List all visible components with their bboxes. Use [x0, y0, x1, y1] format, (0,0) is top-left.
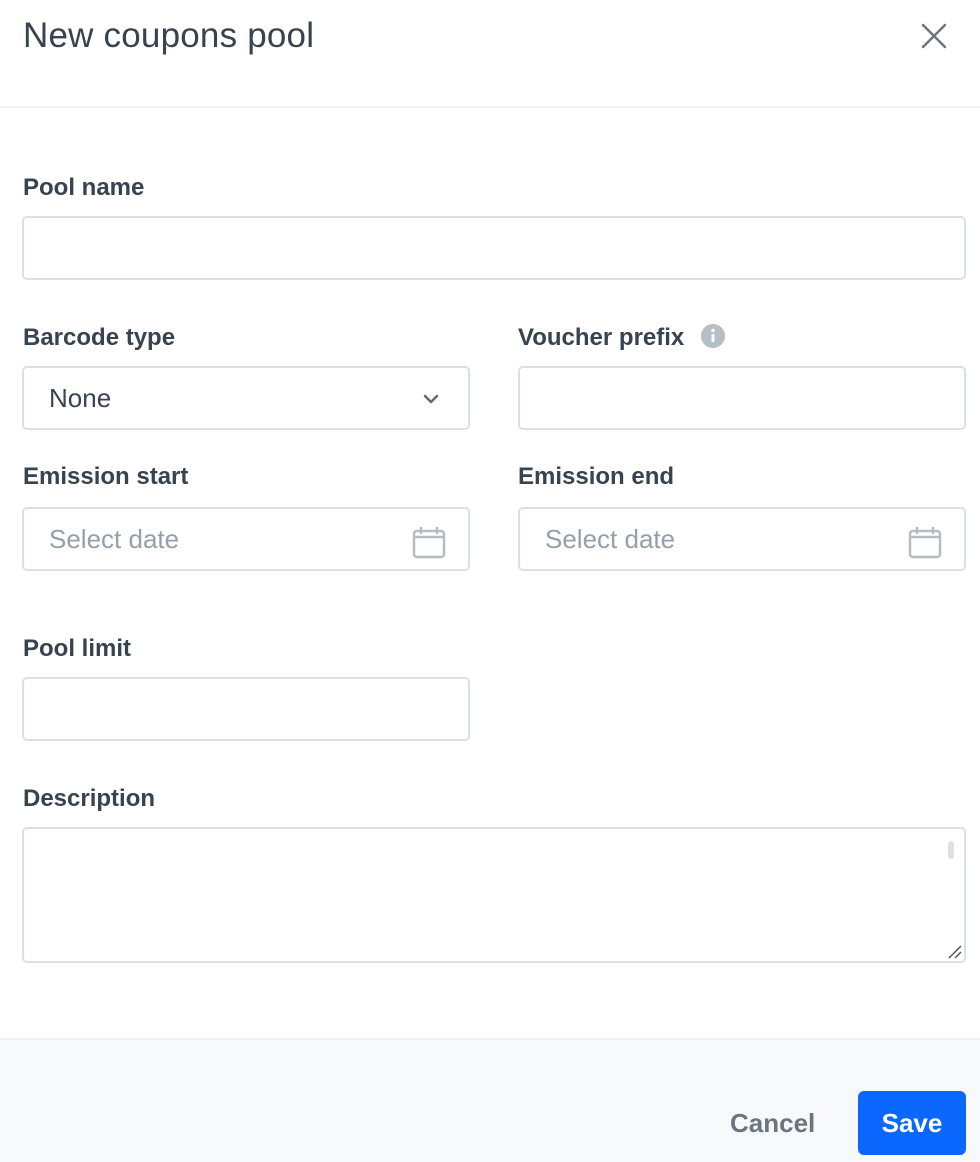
calendar-icon	[412, 527, 446, 559]
close-button[interactable]	[914, 16, 954, 56]
barcode-type-value: None	[49, 383, 112, 413]
save-button[interactable]: Save	[858, 1091, 966, 1155]
description-textarea[interactable]	[22, 827, 966, 963]
dialog-header: New coupons pool	[0, 0, 980, 108]
emission-end-placeholder: Select date	[545, 524, 676, 554]
voucher-prefix-input[interactable]	[518, 366, 966, 430]
close-icon	[921, 23, 947, 49]
pool-limit-input[interactable]	[22, 677, 470, 741]
description-label: Description	[23, 785, 156, 812]
dialog-footer: Cancel Save	[0, 1038, 980, 1162]
emission-start-placeholder: Select date	[49, 524, 180, 554]
barcode-type-select[interactable]: None	[22, 366, 470, 430]
pool-limit-label: Pool limit	[23, 635, 131, 662]
cancel-button[interactable]: Cancel	[730, 1108, 815, 1139]
chevron-down-icon	[423, 394, 439, 404]
pool-name-input[interactable]	[22, 216, 966, 280]
emission-start-datepicker[interactable]: Select date	[22, 507, 470, 571]
resize-handle-icon[interactable]	[946, 943, 962, 959]
barcode-type-label: Barcode type	[23, 324, 176, 351]
emission-end-datepicker[interactable]: Select date	[518, 507, 966, 571]
info-icon[interactable]	[700, 324, 725, 349]
emission-end-label: Emission end	[518, 463, 675, 490]
scrollbar-thumb[interactable]	[948, 841, 954, 859]
voucher-prefix-label-group: Voucher prefix	[518, 324, 725, 352]
voucher-prefix-label: Voucher prefix	[518, 324, 685, 351]
dialog-title: New coupons pool	[23, 16, 315, 55]
pool-name-label: Pool name	[23, 174, 145, 201]
calendar-icon	[908, 527, 942, 559]
emission-start-label: Emission start	[23, 463, 189, 490]
